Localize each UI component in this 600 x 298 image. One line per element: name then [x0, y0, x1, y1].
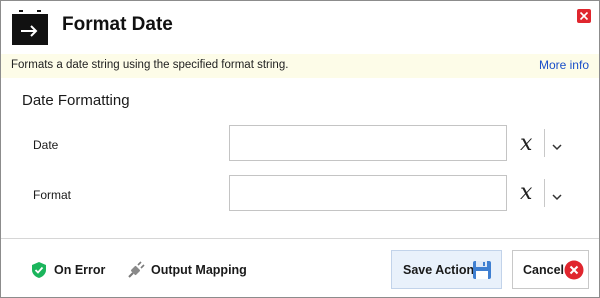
on-error-link[interactable]: On Error — [30, 261, 105, 279]
chevron-down-icon[interactable] — [551, 189, 563, 201]
separator — [544, 129, 545, 157]
dialog-title: Format Date — [62, 14, 173, 35]
format-date-dialog: Format Date Formats a date string using … — [0, 0, 600, 298]
shield-check-icon — [30, 261, 48, 279]
chevron-down-icon[interactable] — [551, 139, 563, 151]
format-input[interactable] — [229, 175, 507, 211]
more-info-link[interactable]: More info — [539, 58, 589, 72]
cancel-x-icon — [564, 260, 584, 280]
cancel-button[interactable]: Cancel — [512, 250, 589, 289]
separator — [544, 179, 545, 207]
close-button[interactable] — [577, 9, 591, 23]
calendar-arrow-icon — [12, 10, 48, 45]
section-title: Date Formatting — [22, 92, 130, 109]
variable-x-icon[interactable]: x — [520, 181, 540, 205]
footer-divider — [1, 238, 599, 239]
close-icon — [579, 11, 589, 21]
variable-x-icon[interactable]: x — [520, 132, 540, 156]
cancel-label: Cancel — [523, 263, 564, 277]
on-error-label: On Error — [54, 263, 106, 277]
dialog-header: Format Date — [1, 1, 599, 51]
output-mapping-link[interactable]: Output Mapping — [127, 261, 247, 279]
description-text: Formats a date string using the specifie… — [11, 59, 289, 71]
plug-icon — [127, 261, 145, 279]
date-label: Date — [33, 138, 59, 152]
floppy-disk-icon — [472, 260, 492, 280]
description-bar: Formats a date string using the specifie… — [1, 54, 599, 78]
format-label: Format — [33, 188, 72, 202]
output-mapping-label: Output Mapping — [151, 263, 247, 277]
save-action-label: Save Action — [403, 263, 475, 277]
date-input[interactable] — [229, 125, 507, 161]
save-action-button[interactable]: Save Action — [391, 250, 502, 289]
